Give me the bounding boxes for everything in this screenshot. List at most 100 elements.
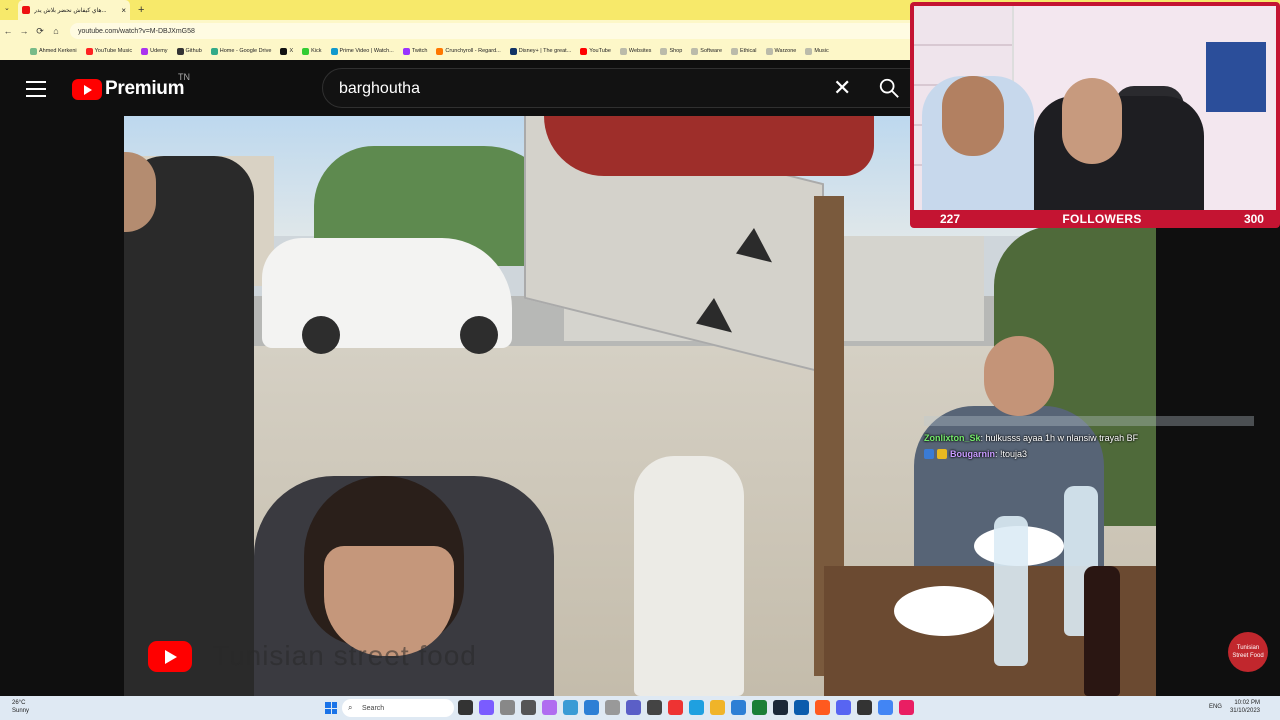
bookmark-item[interactable]: Crunchyroll - Regard... (436, 47, 501, 55)
bookmark-item[interactable]: Home - Google Drive (210, 47, 271, 55)
home-button[interactable]: ⌂ (48, 26, 64, 36)
youtube-premium-logo[interactable]: Premium TN (72, 72, 190, 100)
chat-username: Zonlixton_Sk (924, 433, 981, 443)
weather-temp: 26°C (12, 700, 26, 706)
app-icon[interactable] (899, 700, 914, 715)
youtube-favicon-icon (22, 6, 30, 14)
url-text: youtube.com/watch?v=M-DBJXmG58 (78, 27, 195, 35)
reload-button[interactable]: ⟳ (32, 26, 48, 37)
language-indicator[interactable]: ENG (1209, 704, 1222, 710)
video-scene-cola-bottle (1084, 566, 1120, 696)
windows-start-icon[interactable] (325, 702, 337, 714)
tab-title: هاي كيفاش نحضر بلاش يدر... (34, 7, 107, 14)
bookmark-icon (210, 47, 218, 55)
bookmark-label: Twitch (411, 48, 428, 54)
chat-text: : hulkusss ayaa 1h w nlansiw trayah BF (980, 433, 1139, 443)
app-icon[interactable] (542, 700, 557, 715)
app-icon[interactable] (857, 700, 872, 715)
bookmark-item[interactable]: Software (691, 47, 723, 55)
search-input[interactable]: barghoutha (339, 80, 420, 98)
bookmark-item[interactable]: Kick (302, 47, 322, 55)
bookmark-icon (302, 47, 310, 55)
bookmark-item[interactable]: Music (805, 47, 829, 55)
bookmark-item[interactable]: Ethical (731, 47, 757, 55)
bookmark-icon (280, 47, 288, 55)
webcam-overlay: 227 FOLLOWERS 300 (910, 2, 1280, 228)
bookmark-item[interactable]: Ahmed Kerkeni (30, 47, 77, 55)
follower-label: FOLLOWERS (1062, 212, 1142, 226)
follower-goal: 300 (1243, 212, 1264, 226)
settings-icon[interactable] (500, 700, 515, 715)
bookmark-item[interactable]: YouTube Music (85, 47, 132, 55)
app-icon[interactable] (668, 700, 683, 715)
url-input[interactable]: youtube.com/watch?v=M-DBJXmG58 (70, 23, 920, 39)
app-icon[interactable] (584, 700, 599, 715)
system-tray: ENG 10:02 PM 31/10/2023 (1209, 699, 1260, 715)
back-button[interactable]: ← (0, 26, 16, 36)
app-icon[interactable] (647, 700, 662, 715)
clock[interactable]: 10:02 PM 31/10/2023 (1230, 699, 1260, 715)
bookmark-label: Shop (669, 48, 683, 54)
new-tab-button[interactable]: + (138, 4, 144, 16)
edge-icon[interactable] (689, 700, 704, 715)
bookmark-icon (141, 47, 149, 55)
teams-icon[interactable] (626, 700, 641, 715)
bookmark-label: Ethical (740, 48, 757, 54)
bookmark-item[interactable]: Prime Video | Watch... (330, 47, 394, 55)
bookmark-icon (330, 47, 338, 55)
taskbar-search-input[interactable]: ⌕ Search (342, 699, 454, 717)
bookmark-icon (731, 47, 739, 55)
tab-close-icon[interactable]: × (121, 6, 126, 15)
bookmark-label: Warzone (774, 48, 797, 54)
bookmark-icon (509, 47, 517, 55)
bookmark-label: Software (700, 48, 723, 54)
bookmark-item[interactable]: Websites (619, 47, 651, 55)
taskbar-apps (458, 700, 914, 715)
youtube-watermark: Tunisian street food (148, 640, 477, 672)
chat-badge-icon (937, 449, 947, 459)
file-explorer-icon[interactable] (710, 700, 725, 715)
forward-button[interactable]: → (16, 26, 32, 36)
chat-blurred-line (924, 416, 1254, 426)
video-scene-bottle (994, 516, 1028, 666)
search-box[interactable]: barghoutha ✕ (322, 68, 912, 108)
webcam-jersey (1206, 42, 1266, 112)
clear-search-icon[interactable]: ✕ (833, 75, 851, 101)
bookmark-item[interactable]: Shop (660, 47, 683, 55)
bookmark-icon (85, 47, 93, 55)
bookmark-icon (436, 47, 444, 55)
app-icon[interactable] (794, 700, 809, 715)
menu-icon[interactable] (26, 81, 46, 97)
excel-icon[interactable] (752, 700, 767, 715)
chrome-icon[interactable] (878, 700, 893, 715)
bookmark-item[interactable]: YouTube (580, 47, 611, 55)
steam-icon[interactable] (773, 700, 788, 715)
app-icon[interactable] (605, 700, 620, 715)
chat-message: Zonlixton_Sk : hulkusss ayaa 1h w nlansi… (924, 430, 1138, 446)
video-scene-chair (634, 456, 744, 696)
search-icon[interactable] (878, 77, 900, 99)
app-icon[interactable] (815, 700, 830, 715)
app-icon[interactable] (479, 700, 494, 715)
app-icon[interactable] (521, 700, 536, 715)
bookmark-label: Udemy (150, 48, 168, 54)
region-code: TN (178, 72, 190, 82)
bookmark-item[interactable]: Udemy (141, 47, 168, 55)
discord-icon[interactable] (836, 700, 851, 715)
bookmark-item[interactable]: Warzone (765, 47, 797, 55)
tab-search-dropdown-icon[interactable]: ⌄ (4, 4, 10, 12)
app-icon[interactable] (563, 700, 578, 715)
bookmark-label: Github (185, 48, 202, 54)
weather-desc: Sunny (12, 708, 30, 714)
bookmark-item[interactable]: Twitch (402, 47, 428, 55)
task-view-icon[interactable] (458, 700, 473, 715)
bookmark-item[interactable]: X (280, 47, 293, 55)
app-icon[interactable] (731, 700, 746, 715)
bookmark-icon (660, 47, 668, 55)
weather-widget[interactable]: 26°C Sunny (12, 699, 29, 715)
stream-chat-overlay: Zonlixton_Sk : hulkusss ayaa 1h w nlansi… (924, 430, 1138, 462)
browser-tab-active[interactable]: هاي كيفاش نحضر بلاش يدر... × (18, 0, 130, 20)
bookmark-item[interactable]: Github (176, 47, 202, 55)
youtube-play-icon (72, 78, 102, 100)
bookmark-item[interactable]: Disney+ | The great... (509, 47, 571, 55)
